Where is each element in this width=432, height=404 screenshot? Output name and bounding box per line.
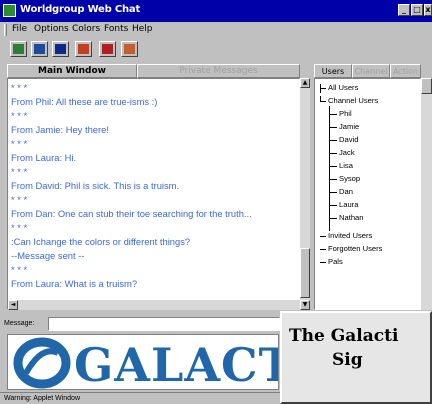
chat-line: * * * <box>11 166 28 177</box>
tree-connector <box>320 88 326 89</box>
toolbar-people-button[interactable] <box>99 41 116 57</box>
chat-line: * * * <box>11 110 28 121</box>
chat-line: From Jamie: Hey there! <box>11 124 109 135</box>
tree-connector <box>329 205 337 206</box>
status-bar: Warning: Applet Window <box>0 392 280 404</box>
galactic-logo-banner[interactable]: GALACTI <box>7 334 279 390</box>
tree-user-sysop[interactable]: Sysop <box>339 174 360 183</box>
users-scroll-thumb[interactable] <box>421 78 432 94</box>
menu-fonts[interactable]: Fonts <box>104 24 128 34</box>
window-title: Worldgroup Web Chat <box>20 4 141 15</box>
chat-vertical-scrollbar[interactable]: ▲ ▼ <box>300 78 310 310</box>
chat-line: From Laura: Hi. <box>11 152 77 163</box>
chat-line: --Message sent -- <box>11 250 85 261</box>
chat-line: * * * <box>11 194 28 205</box>
scroll-left-arrow-icon[interactable]: ◄ <box>8 300 18 310</box>
tree-user-david[interactable]: David <box>339 135 358 144</box>
menu-help[interactable]: Help <box>132 24 153 34</box>
tree-user-laura[interactable]: Laura <box>339 200 358 209</box>
applet-window: Worldgroup Web Chat _ □ x File Options C… <box>0 0 432 404</box>
chat-line: From David: Phil is sick. This is a trui… <box>11 180 180 191</box>
tab-users[interactable]: Users <box>314 64 352 78</box>
chat-line: From Dan: One can stub their toe searchi… <box>11 208 252 219</box>
scroll-down-arrow-icon[interactable]: ▼ <box>300 300 310 310</box>
main-panel: Main Window Private Messages * * * From … <box>7 64 310 310</box>
tree-node-all-users[interactable]: All Users <box>328 83 358 92</box>
tab-main-window[interactable]: Main Window <box>7 64 137 78</box>
chat-line: * * * <box>11 264 28 275</box>
document-icon <box>124 44 135 54</box>
toolbar <box>0 38 432 62</box>
tree-connector <box>329 114 337 115</box>
tree-connector <box>320 262 326 263</box>
chat-line: From Phil: All these are true-isms :) <box>11 96 158 107</box>
toolbar-document-button[interactable] <box>121 41 138 57</box>
tree-connector <box>320 236 326 237</box>
maximize-button[interactable]: □ <box>411 4 423 16</box>
tree-connector <box>329 140 337 141</box>
menu-options[interactable]: Options <box>34 24 69 34</box>
toolbar-monitor-button[interactable] <box>52 41 69 57</box>
logo-wordmark: GALACTI <box>74 338 278 390</box>
users-panel: Users Channel Action All Users Channel U… <box>314 64 432 310</box>
tree-user-phil[interactable]: Phil <box>339 109 352 118</box>
menu-colors[interactable]: Colors <box>72 24 100 34</box>
tree-node-pals[interactable]: Pals <box>328 257 343 266</box>
toolbar-users-button[interactable] <box>10 41 27 57</box>
people-icon <box>102 44 113 54</box>
users-vertical-scrollbar[interactable] <box>421 78 432 310</box>
tree-connector <box>329 153 337 154</box>
galactic-overlay-window[interactable]: The Galacti Sig <box>280 311 432 404</box>
overlay-heading-line2: Sig <box>332 350 363 370</box>
scroll-thumb[interactable] <box>300 248 310 298</box>
tab-action[interactable]: Action <box>390 64 421 78</box>
chat-line: :Can Ichange the colors or different thi… <box>11 236 191 247</box>
app-icon <box>3 4 16 17</box>
chat-line: * * * <box>11 82 28 93</box>
tree-user-jack[interactable]: Jack <box>339 148 355 157</box>
close-button[interactable]: x <box>424 4 432 16</box>
toolbar-pencil-button[interactable] <box>75 41 92 57</box>
menu-file[interactable]: File <box>12 24 27 34</box>
chat-log: * * * From Phil: All these are true-isms… <box>7 78 300 310</box>
tab-private-messages[interactable]: Private Messages <box>137 64 300 78</box>
list-icon <box>34 44 45 54</box>
chat-horizontal-scrollbar[interactable]: ◄ <box>8 300 300 310</box>
tree-connector <box>329 218 337 219</box>
menu-grip <box>4 24 7 36</box>
tree-node-forgotten-users[interactable]: Forgotten Users <box>328 244 382 253</box>
tree-connector <box>329 179 337 180</box>
chat-line: From Laura: What is a truism? <box>11 278 138 289</box>
tree-node-invited-users[interactable]: Invited Users <box>328 231 372 240</box>
tree-node-channel-users[interactable]: Channel Users <box>328 96 378 105</box>
tree-connector <box>329 106 330 231</box>
minimize-button[interactable]: _ <box>398 4 410 16</box>
title-bar[interactable]: Worldgroup Web Chat _ □ x <box>0 0 432 22</box>
users-icon <box>13 44 24 54</box>
chat-line: * * * <box>11 138 28 149</box>
galactic-swirl-icon <box>13 337 71 389</box>
monitor-icon <box>55 44 66 54</box>
message-label: Message: <box>4 320 35 327</box>
menu-bar: File Options Colors Fonts Help <box>0 22 432 38</box>
tree-connector <box>329 127 337 128</box>
scroll-up-arrow-icon[interactable]: ▲ <box>300 78 310 88</box>
tree-connector <box>320 249 326 250</box>
overlay-heading-line1: The Galacti <box>289 326 399 346</box>
tree-connector <box>320 101 326 102</box>
message-input[interactable] <box>48 317 280 331</box>
tree-user-lisa[interactable]: Lisa <box>339 161 353 170</box>
users-tree: All Users Channel Users Phil Jamie David… <box>314 78 421 310</box>
pencil-icon <box>78 44 89 54</box>
tree-user-nathan[interactable]: Nathan <box>339 213 364 222</box>
chat-line: * * * <box>11 222 28 233</box>
tree-connector <box>329 192 337 193</box>
toolbar-list-button[interactable] <box>31 41 48 57</box>
tree-user-jamie[interactable]: Jamie <box>339 122 359 131</box>
tab-channel[interactable]: Channel <box>352 64 390 78</box>
tree-user-dan[interactable]: Dan <box>339 187 353 196</box>
tree-connector <box>329 166 337 167</box>
